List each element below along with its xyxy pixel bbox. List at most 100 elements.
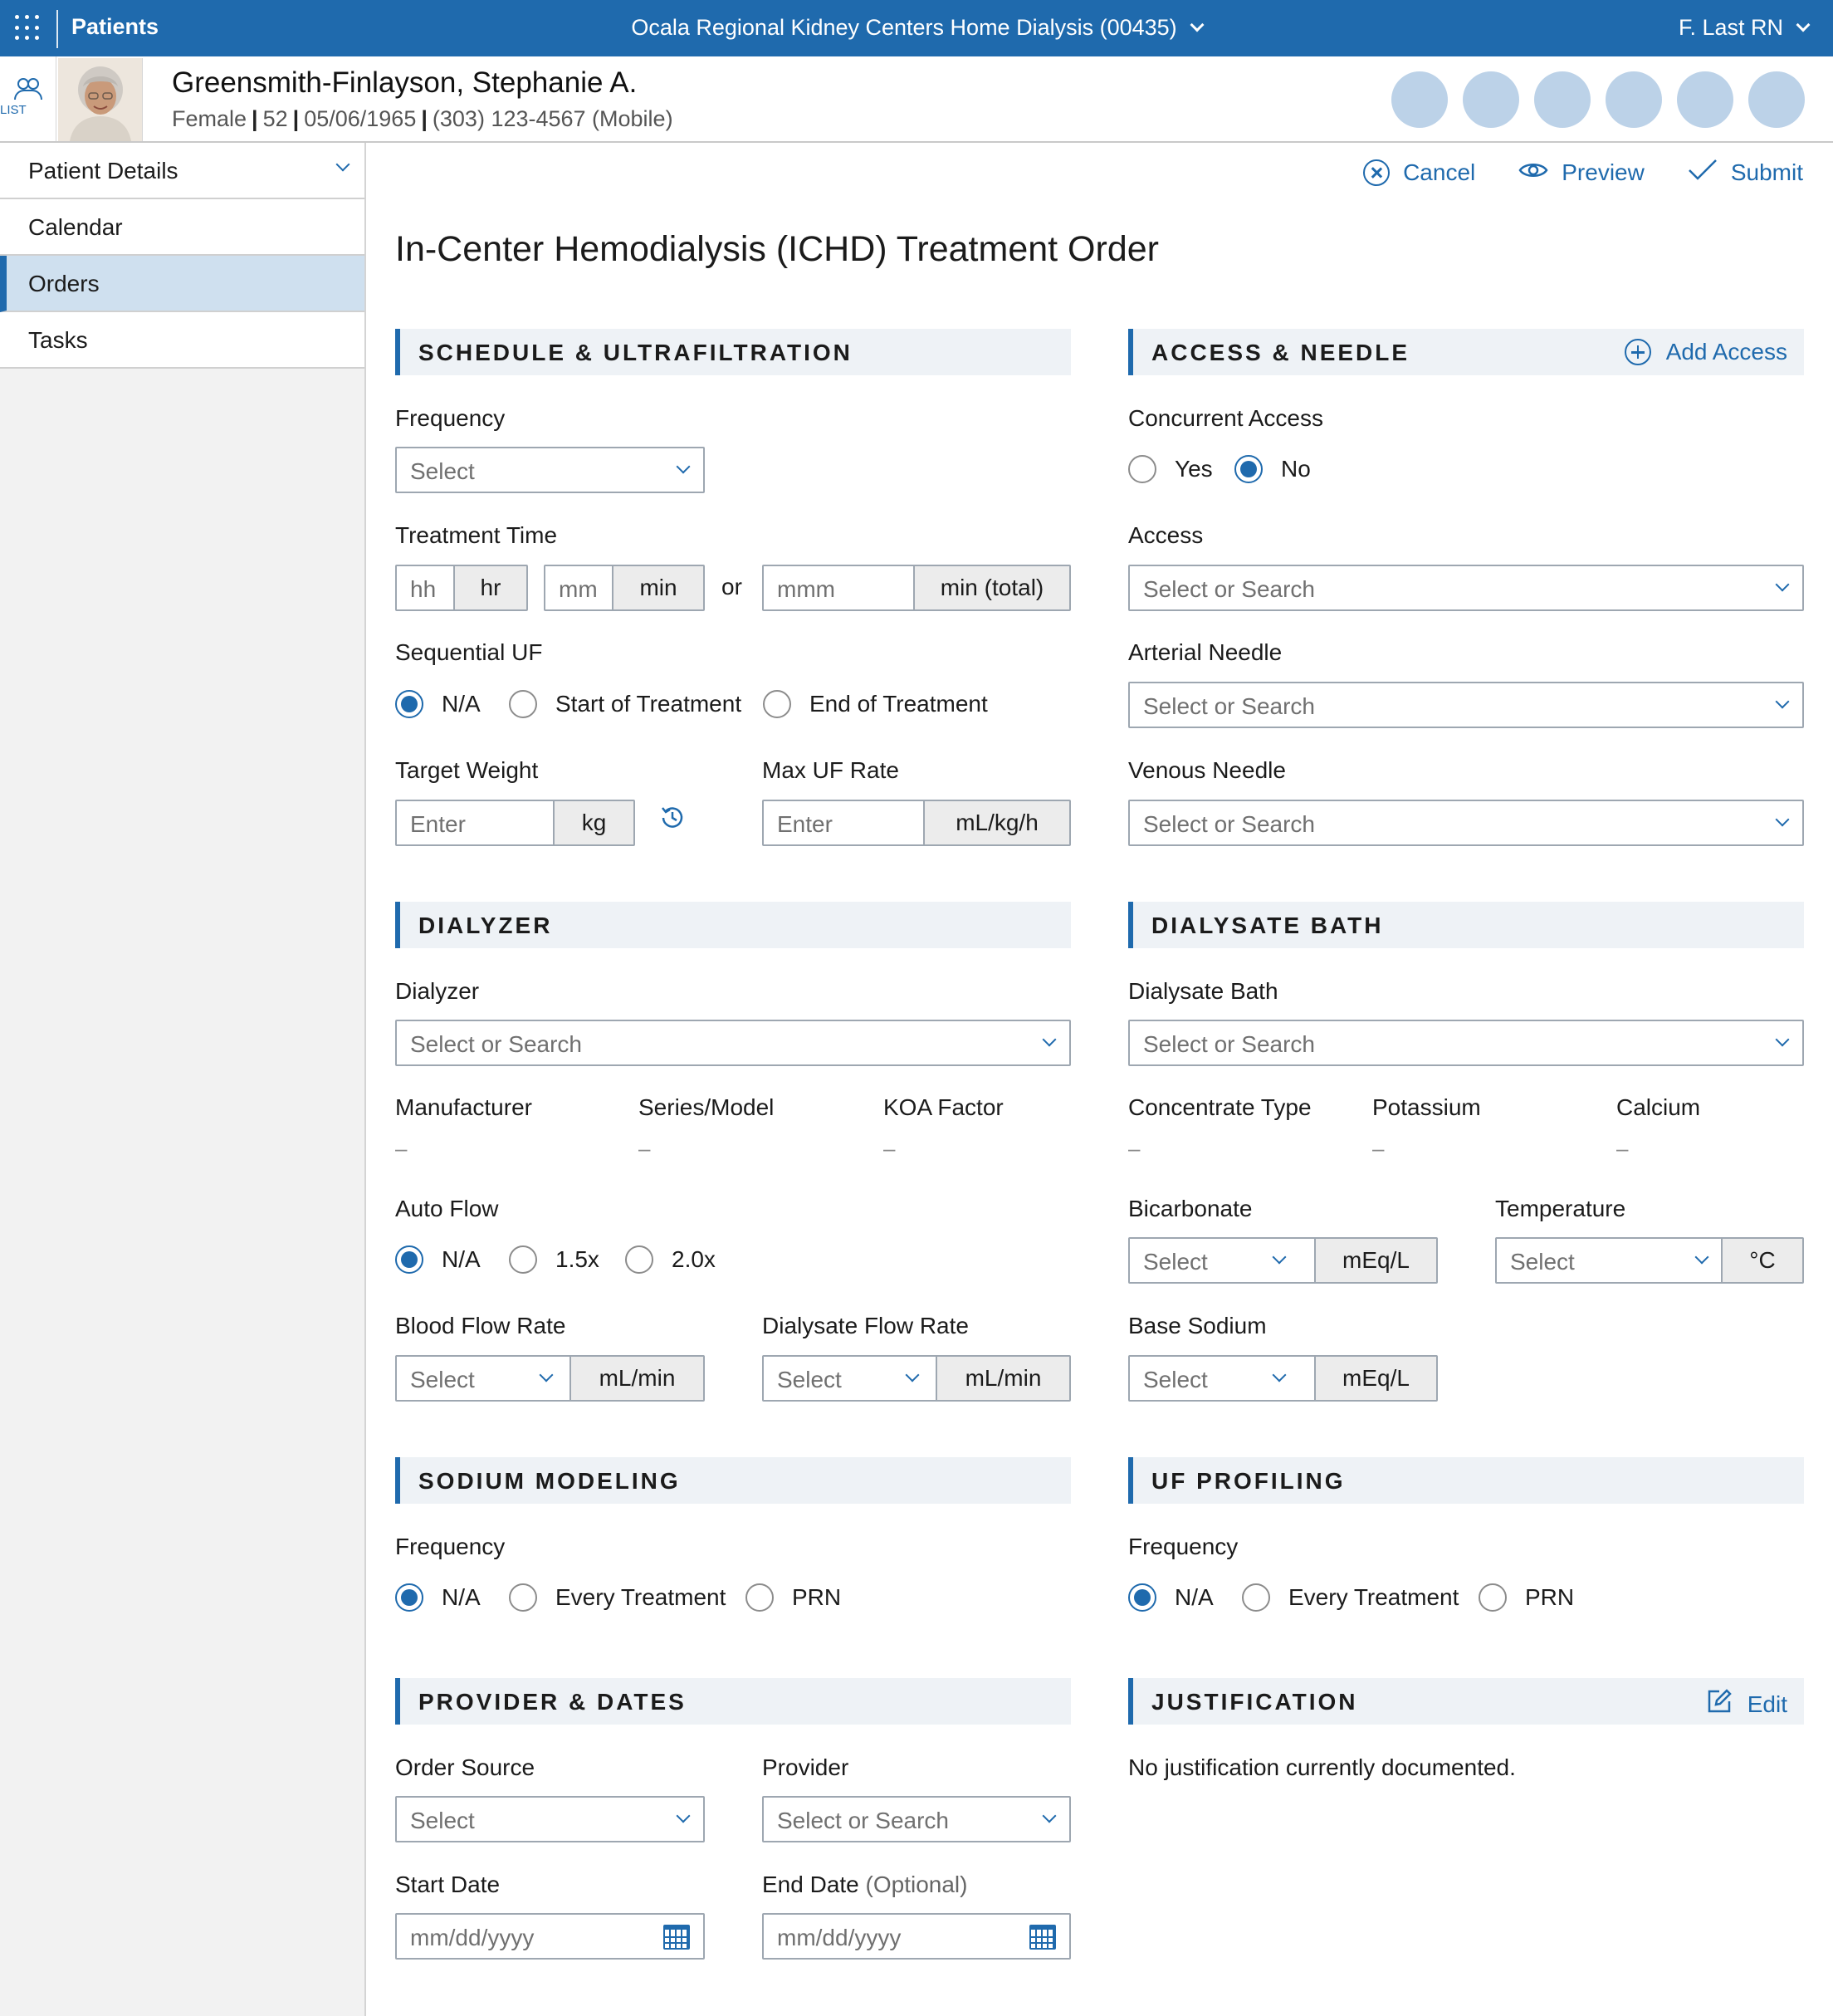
section-title: JUSTIFICATION <box>1151 1689 1358 1715</box>
cancel-button[interactable]: Cancel <box>1363 158 1475 187</box>
radio-unselected[interactable] <box>763 690 791 718</box>
radio-unselected[interactable] <box>1479 1583 1507 1612</box>
plus-circle-icon <box>1624 339 1651 365</box>
start-date-input[interactable]: mm/dd/yyyy <box>395 1913 705 1960</box>
quick-action-circle[interactable] <box>1534 71 1591 128</box>
max-uf-rate-label: Max UF Rate <box>762 757 899 783</box>
radio-selected[interactable] <box>1128 1583 1156 1612</box>
uf-profiling-na-radio[interactable]: N/A <box>1128 1583 1214 1612</box>
nav-item-label: Calendar <box>28 214 123 240</box>
sequential-uf-start-radio[interactable]: Start of Treatment <box>509 690 741 718</box>
treatment-total-minutes-input[interactable]: mmm min (total) <box>762 565 1071 611</box>
sequential-uf-end-radio[interactable]: End of Treatment <box>763 690 988 718</box>
radio-label: PRN <box>1525 1584 1575 1610</box>
radio-unselected[interactable] <box>1242 1583 1270 1612</box>
arterial-needle-select[interactable]: Select or Search <box>1128 682 1804 728</box>
nav-item-tasks[interactable]: Tasks <box>0 312 364 369</box>
temperature-unit: °C <box>1721 1239 1802 1282</box>
auto-flow-2-0x-radio[interactable]: 2.0x <box>625 1245 716 1274</box>
radio-selected[interactable] <box>395 1583 423 1612</box>
chevron-down-icon[interactable] <box>1190 17 1205 32</box>
radio-selected[interactable] <box>395 1245 423 1274</box>
uf-profiling-prn-radio[interactable]: PRN <box>1479 1583 1574 1612</box>
provider-select[interactable]: Select or Search <box>762 1796 1071 1842</box>
sodium-every-treatment-radio[interactable]: Every Treatment <box>509 1583 726 1612</box>
calendar-icon[interactable] <box>1029 1925 1056 1950</box>
auto-flow-1-5x-radio[interactable]: 1.5x <box>509 1245 599 1274</box>
radio-label: 2.0x <box>672 1246 716 1272</box>
treatment-minutes-input[interactable]: mm min <box>544 565 705 611</box>
uf-profiling-every-treatment-radio[interactable]: Every Treatment <box>1242 1583 1459 1612</box>
concurrent-access-yes-radio[interactable]: Yes <box>1128 455 1213 483</box>
preview-button[interactable]: Preview <box>1518 158 1645 187</box>
patient-header: LIST Greensmith-Finlayson, Stephanie A. … <box>0 56 1833 143</box>
nav-item-calendar[interactable]: Calendar <box>0 199 364 256</box>
section-dialyzer: DIALYZER <box>395 902 1071 948</box>
radio-unselected[interactable] <box>1128 455 1156 483</box>
concurrent-access-no-radio[interactable]: No <box>1234 455 1311 483</box>
submit-button[interactable]: Submit <box>1688 158 1803 187</box>
user-name[interactable]: F. Last RN <box>1679 15 1783 40</box>
radio-selected[interactable] <box>1234 455 1263 483</box>
radio-unselected[interactable] <box>509 690 537 718</box>
chevron-down-icon[interactable] <box>335 157 350 172</box>
chevron-down-icon <box>905 1368 920 1382</box>
section-uf-profiling: UF PROFILING <box>1128 1457 1804 1504</box>
radio-unselected[interactable] <box>745 1583 774 1612</box>
section-title: ACCESS & NEEDLE <box>1151 340 1410 365</box>
radio-unselected[interactable] <box>509 1245 537 1274</box>
patient-dob: 05/06/1965 <box>304 106 417 131</box>
quick-action-circle[interactable] <box>1391 71 1448 128</box>
hours-unit: hr <box>453 566 526 609</box>
nav-patient-details[interactable]: Patient Details <box>0 143 364 199</box>
bicarbonate-select[interactable]: Select mEq/L <box>1128 1237 1438 1284</box>
series-model-value: – <box>638 1136 651 1161</box>
end-date-input[interactable]: mm/dd/yyyy <box>762 1913 1071 1960</box>
sequential-uf-na-radio[interactable]: N/A <box>395 690 481 718</box>
sodium-prn-radio[interactable]: PRN <box>745 1583 841 1612</box>
order-source-label: Order Source <box>395 1754 535 1780</box>
dialysate-flow-placeholder: Select <box>777 1367 842 1392</box>
quick-action-circle[interactable] <box>1463 71 1519 128</box>
auto-flow-na-radio[interactable]: N/A <box>395 1245 481 1274</box>
user-menu[interactable]: F. Last RN <box>1679 15 1811 41</box>
facility-name[interactable]: Ocala Regional Kidney Centers Home Dialy… <box>631 15 1176 40</box>
edit-justification-button[interactable]: Edit <box>1706 1688 1787 1720</box>
quick-action-circle[interactable] <box>1677 71 1733 128</box>
quick-action-circle[interactable] <box>1748 71 1805 128</box>
dialysate-flow-rate-select[interactable]: Select mL/min <box>762 1355 1071 1402</box>
access-select[interactable]: Select or Search <box>1128 565 1804 611</box>
add-access-button[interactable]: Add Access <box>1624 339 1787 365</box>
section-provider-dates: PROVIDER & DATES <box>395 1678 1071 1725</box>
dialyzer-label: Dialyzer <box>395 978 480 1004</box>
left-navigation: Patient Details Calendar Orders Tasks <box>0 143 366 2016</box>
max-uf-rate-input[interactable]: Enter mL/kg/h <box>762 800 1071 846</box>
temperature-select[interactable]: Select °C <box>1495 1237 1804 1284</box>
patient-list-button[interactable]: LIST <box>0 56 56 141</box>
history-icon[interactable] <box>658 804 687 836</box>
order-source-select[interactable]: Select <box>395 1796 705 1842</box>
calendar-icon[interactable] <box>663 1925 690 1950</box>
treatment-hours-input[interactable]: hh hr <box>395 565 528 611</box>
target-weight-input[interactable]: Enter kg <box>395 800 635 846</box>
radio-selected[interactable] <box>395 690 423 718</box>
dialysate-bath-select[interactable]: Select or Search <box>1128 1020 1804 1066</box>
app-name[interactable]: Patients <box>71 14 159 40</box>
target-weight-label: Target Weight <box>395 757 539 783</box>
venous-needle-select[interactable]: Select or Search <box>1128 800 1804 846</box>
blood-flow-rate-select[interactable]: Select mL/min <box>395 1355 705 1402</box>
quick-action-circle[interactable] <box>1606 71 1662 128</box>
base-sodium-select[interactable]: Select mEq/L <box>1128 1355 1438 1402</box>
patient-sex: Female <box>172 106 247 131</box>
radio-unselected[interactable] <box>509 1583 537 1612</box>
radio-unselected[interactable] <box>625 1245 653 1274</box>
section-dialysate-bath: DIALYSATE BATH <box>1128 902 1804 948</box>
radio-label: Start of Treatment <box>555 691 742 717</box>
venous-needle-placeholder: Select or Search <box>1143 811 1315 837</box>
nav-item-orders[interactable]: Orders <box>0 256 364 312</box>
dialyzer-select[interactable]: Select or Search <box>395 1020 1071 1066</box>
chevron-down-icon[interactable] <box>1796 17 1811 32</box>
app-grid-icon[interactable] <box>15 15 42 42</box>
sodium-na-radio[interactable]: N/A <box>395 1583 481 1612</box>
frequency-select[interactable]: Select <box>395 447 705 493</box>
